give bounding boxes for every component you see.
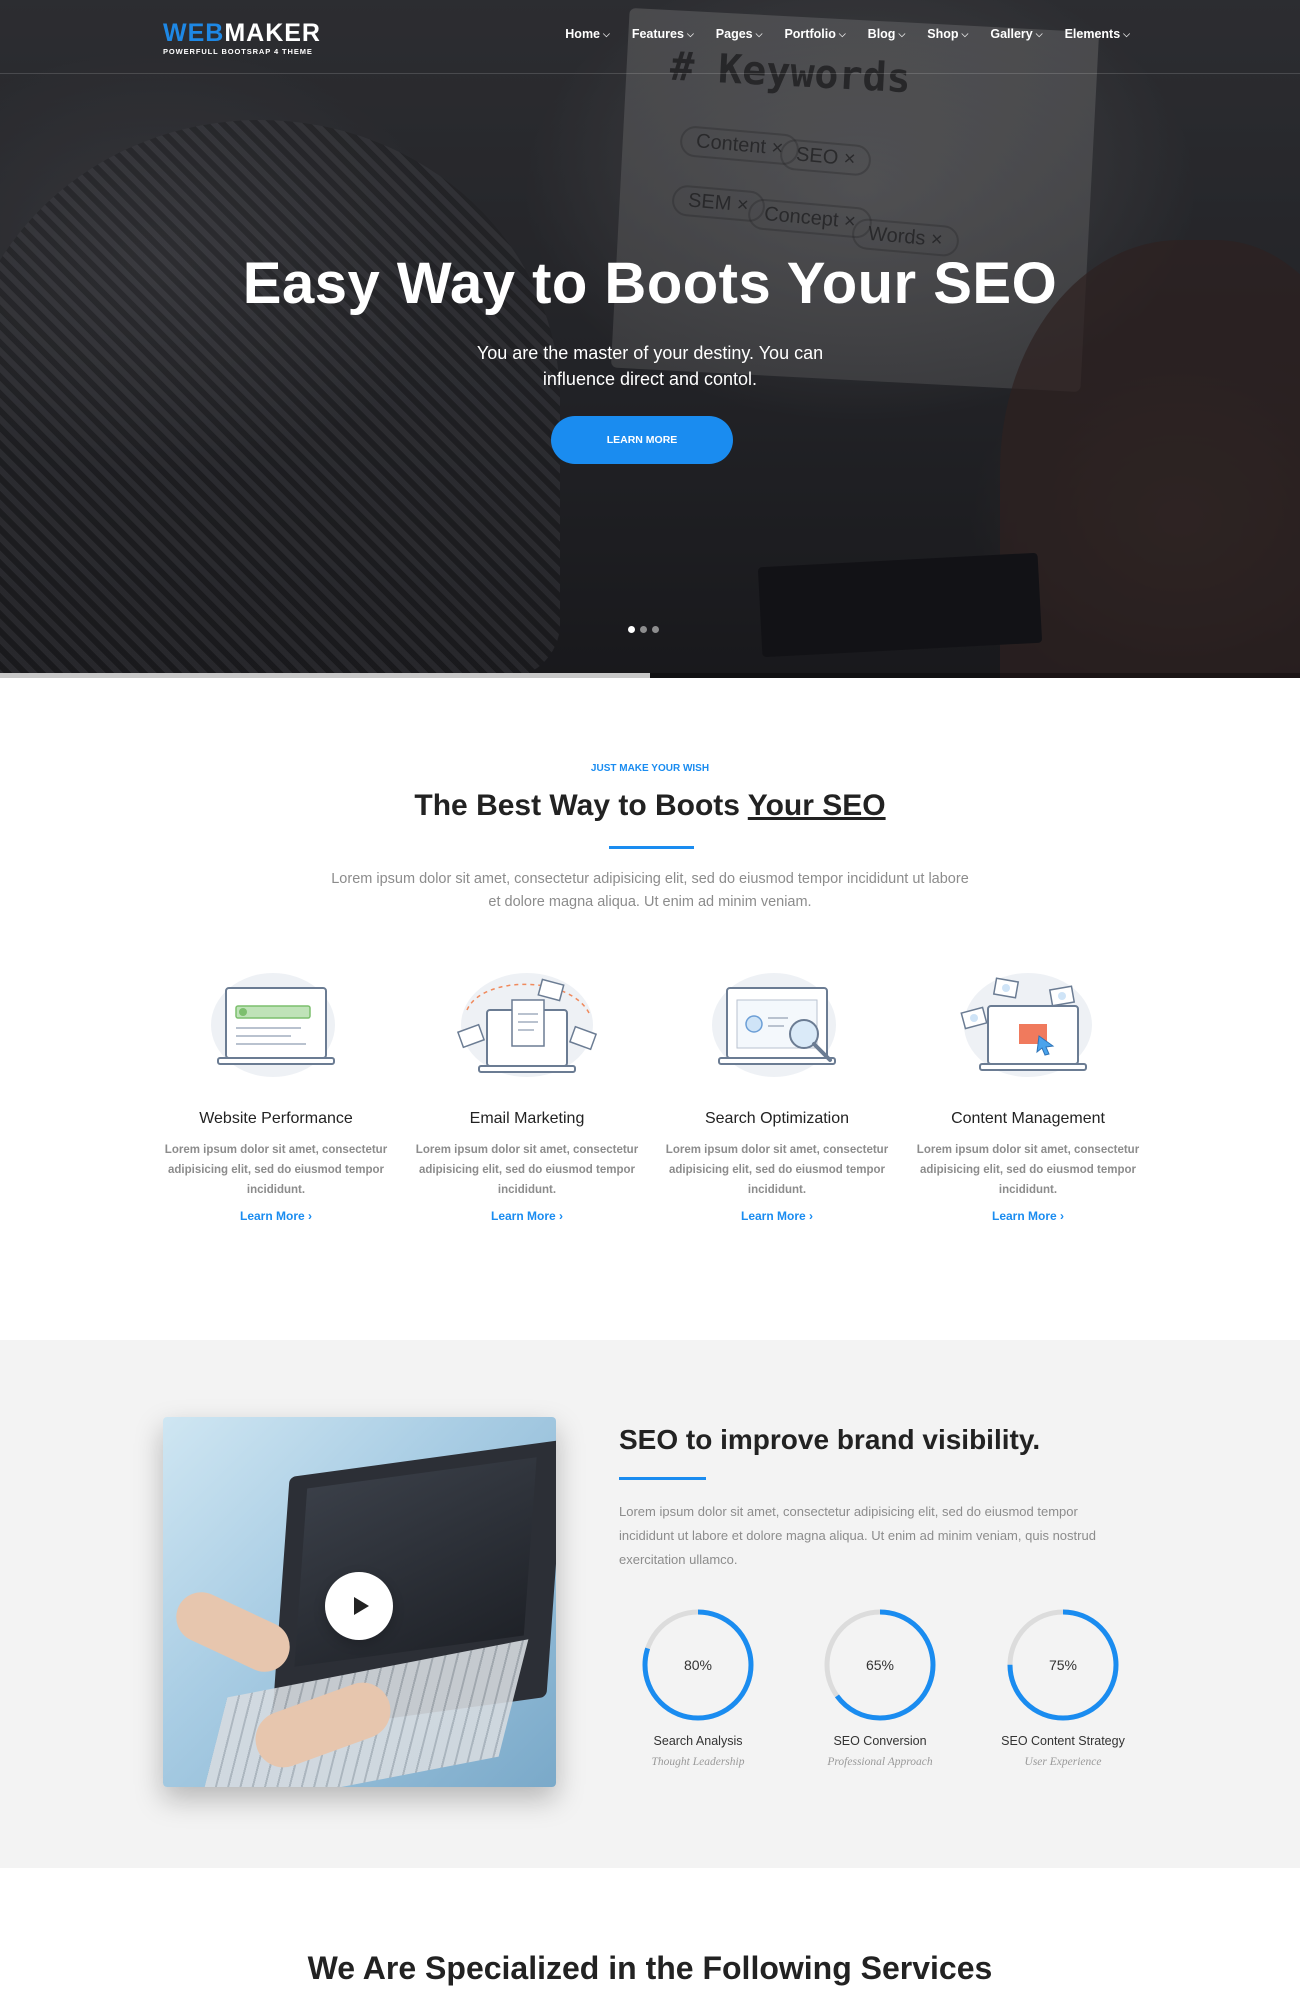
chevron-right-icon: ›: [559, 1209, 564, 1223]
nav-item-elements[interactable]: Elements ⌵: [1065, 27, 1130, 41]
nav-item-blog[interactable]: Blog ⌵: [868, 27, 906, 41]
feature-card: Search Optimization Lorem ipsum dolor si…: [662, 970, 892, 1225]
section-kicker: JUST MAKE YOUR WISH: [590, 763, 710, 774]
chevron-right-icon: ›: [308, 1209, 313, 1223]
chevron-down-icon: ⌵: [1035, 28, 1043, 39]
feature-learn-more-link[interactable]: Learn More ›: [992, 1209, 1064, 1223]
title-divider: [609, 846, 694, 849]
nav-item-shop[interactable]: Shop ⌵: [927, 27, 968, 41]
feature-learn-more-link[interactable]: Learn More ›: [491, 1209, 563, 1223]
nav-label: Features: [631, 27, 684, 41]
email-marketing-icon: [442, 970, 612, 1085]
chevron-down-icon: ⌵: [1123, 28, 1130, 39]
play-video-button[interactable]: [325, 1572, 393, 1640]
chevron-right-icon: ›: [809, 1209, 814, 1223]
slider-dot[interactable]: [628, 626, 635, 633]
chevron-down-icon: ⌵: [755, 28, 763, 39]
feature-text: Lorem ipsum dolor sit amet, consectetur …: [916, 1144, 1140, 1196]
feature-text: Lorem ipsum dolor sit amet, consectetur …: [415, 1144, 639, 1196]
progress-ring: 80%: [641, 1608, 755, 1722]
website-performance-icon: [191, 970, 361, 1085]
stat-value: 80%: [683, 1657, 713, 1673]
nav-label: Pages: [715, 27, 753, 41]
learn-more-button[interactable]: LEARN MORE: [551, 416, 733, 464]
link-label: Learn More: [490, 1209, 556, 1223]
progress-ring: 65%: [823, 1608, 937, 1722]
stat-value: 65%: [865, 1657, 895, 1673]
feature-learn-more-link[interactable]: Learn More ›: [240, 1209, 312, 1223]
logo-part-web: WEB: [163, 19, 225, 47]
feature-card: Content Management Lorem ipsum dolor sit…: [913, 970, 1143, 1225]
link-label: Learn More: [239, 1209, 305, 1223]
stat-name: Search Analysis: [653, 1734, 743, 1748]
feature-card: Email Marketing Lorem ipsum dolor sit am…: [412, 970, 642, 1225]
chevron-down-icon: ⌵: [898, 28, 906, 39]
nav-label: Home: [565, 27, 601, 41]
feature-title: Content Management: [951, 1110, 1105, 1127]
nav-item-portfolio[interactable]: Portfolio ⌵: [784, 27, 845, 41]
section-title-text: The Best Way to Boots: [414, 789, 748, 822]
nav-label: Gallery: [990, 27, 1033, 41]
progress-ring: 75%: [1006, 1608, 1120, 1722]
nav-item-pages[interactable]: Pages ⌵: [716, 27, 763, 41]
stat-ring: 80% Search Analysis Thought Leadership: [623, 1608, 773, 1768]
brand-section-description: Lorem ipsum dolor sit amet, consectetur …: [619, 1504, 1096, 1567]
slider-dots: [628, 626, 659, 633]
slider-dot[interactable]: [652, 626, 659, 633]
slider-progress-bar: [0, 673, 650, 678]
title-divider: [619, 1477, 706, 1480]
nav-item-gallery[interactable]: Gallery ⌵: [990, 27, 1042, 41]
stat-name: SEO Content Strategy: [1001, 1734, 1125, 1748]
hero-overlay: [0, 0, 1300, 678]
search-optimization-icon: [692, 970, 862, 1085]
chevron-down-icon: ⌵: [838, 28, 846, 39]
chevron-down-icon: ⌵: [603, 28, 610, 39]
nav-label: Portfolio: [784, 27, 836, 41]
stat-name: SEO Conversion: [833, 1734, 927, 1748]
stat-subtitle: Thought Leadership: [651, 1756, 745, 1768]
play-icon: [353, 1597, 369, 1615]
nav-item-home[interactable]: Home ⌵: [565, 27, 610, 41]
nav-label: Elements: [1064, 27, 1121, 41]
feature-title: Website Performance: [199, 1110, 353, 1127]
stat-ring: 65% SEO Conversion Professional Approach: [805, 1608, 955, 1768]
link-label: Learn More: [991, 1209, 1057, 1223]
feature-learn-more-link[interactable]: Learn More ›: [741, 1209, 813, 1223]
nav-item-features[interactable]: Features ⌵: [632, 27, 694, 41]
stat-value: 75%: [1048, 1657, 1078, 1673]
chevron-down-icon: ⌵: [961, 28, 969, 39]
brand-logo[interactable]: WEBMAKER POWERFULL BOOTSRAP 4 THEME: [163, 20, 321, 56]
feature-title: Search Optimization: [704, 1110, 850, 1127]
hero-slider: # Keywords Content × SEO × SEM × Concept…: [0, 0, 1300, 678]
feature-card: Website Performance Lorem ipsum dolor si…: [161, 970, 391, 1225]
hero-title: Easy Way to Boots Your SEO: [242, 251, 1058, 316]
services-title: We Are Specialized in the Following Serv…: [307, 1950, 993, 1986]
link-label: Learn More: [740, 1209, 806, 1223]
stat-subtitle: Professional Approach: [827, 1756, 933, 1768]
top-navbar: WEBMAKER POWERFULL BOOTSRAP 4 THEME Home…: [0, 0, 1300, 74]
section-title: The Best Way to Boots Your SEO: [0, 789, 1300, 823]
hero-subtitle: You are the master of your destiny. You …: [476, 343, 824, 389]
slider-dot[interactable]: [640, 626, 647, 633]
content-management-icon: [943, 970, 1113, 1085]
stat-subtitle: User Experience: [1024, 1756, 1102, 1768]
nav-label: Blog: [867, 27, 896, 41]
chevron-down-icon: ⌵: [686, 28, 694, 39]
logo-part-maker: MAKER: [224, 19, 321, 47]
main-nav: Home ⌵ Features ⌵ Pages ⌵ Portfolio ⌵ Blog ⌵ …: [565, 27, 1130, 41]
stat-ring: 75% SEO Content Strategy User Experience: [988, 1608, 1138, 1768]
chevron-right-icon: ›: [1060, 1209, 1065, 1223]
hand-image: [168, 1583, 298, 1681]
logo-tagline: POWERFULL BOOTSRAP 4 THEME: [163, 47, 313, 56]
laptop-screen-image: [294, 1457, 537, 1667]
brand-section-title: SEO to improve brand visibility.: [619, 1424, 1041, 1455]
feature-title: Email Marketing: [469, 1110, 585, 1127]
nav-label: Shop: [927, 27, 959, 41]
slider-progress-track: [0, 673, 1300, 678]
feature-text: Lorem ipsum dolor sit amet, consectetur …: [164, 1144, 388, 1196]
section-title-underlined: Your SEO: [747, 789, 886, 822]
feature-text: Lorem ipsum dolor sit amet, consectetur …: [665, 1144, 889, 1196]
section-description: Lorem ipsum dolor sit amet, consectetur …: [331, 871, 969, 910]
